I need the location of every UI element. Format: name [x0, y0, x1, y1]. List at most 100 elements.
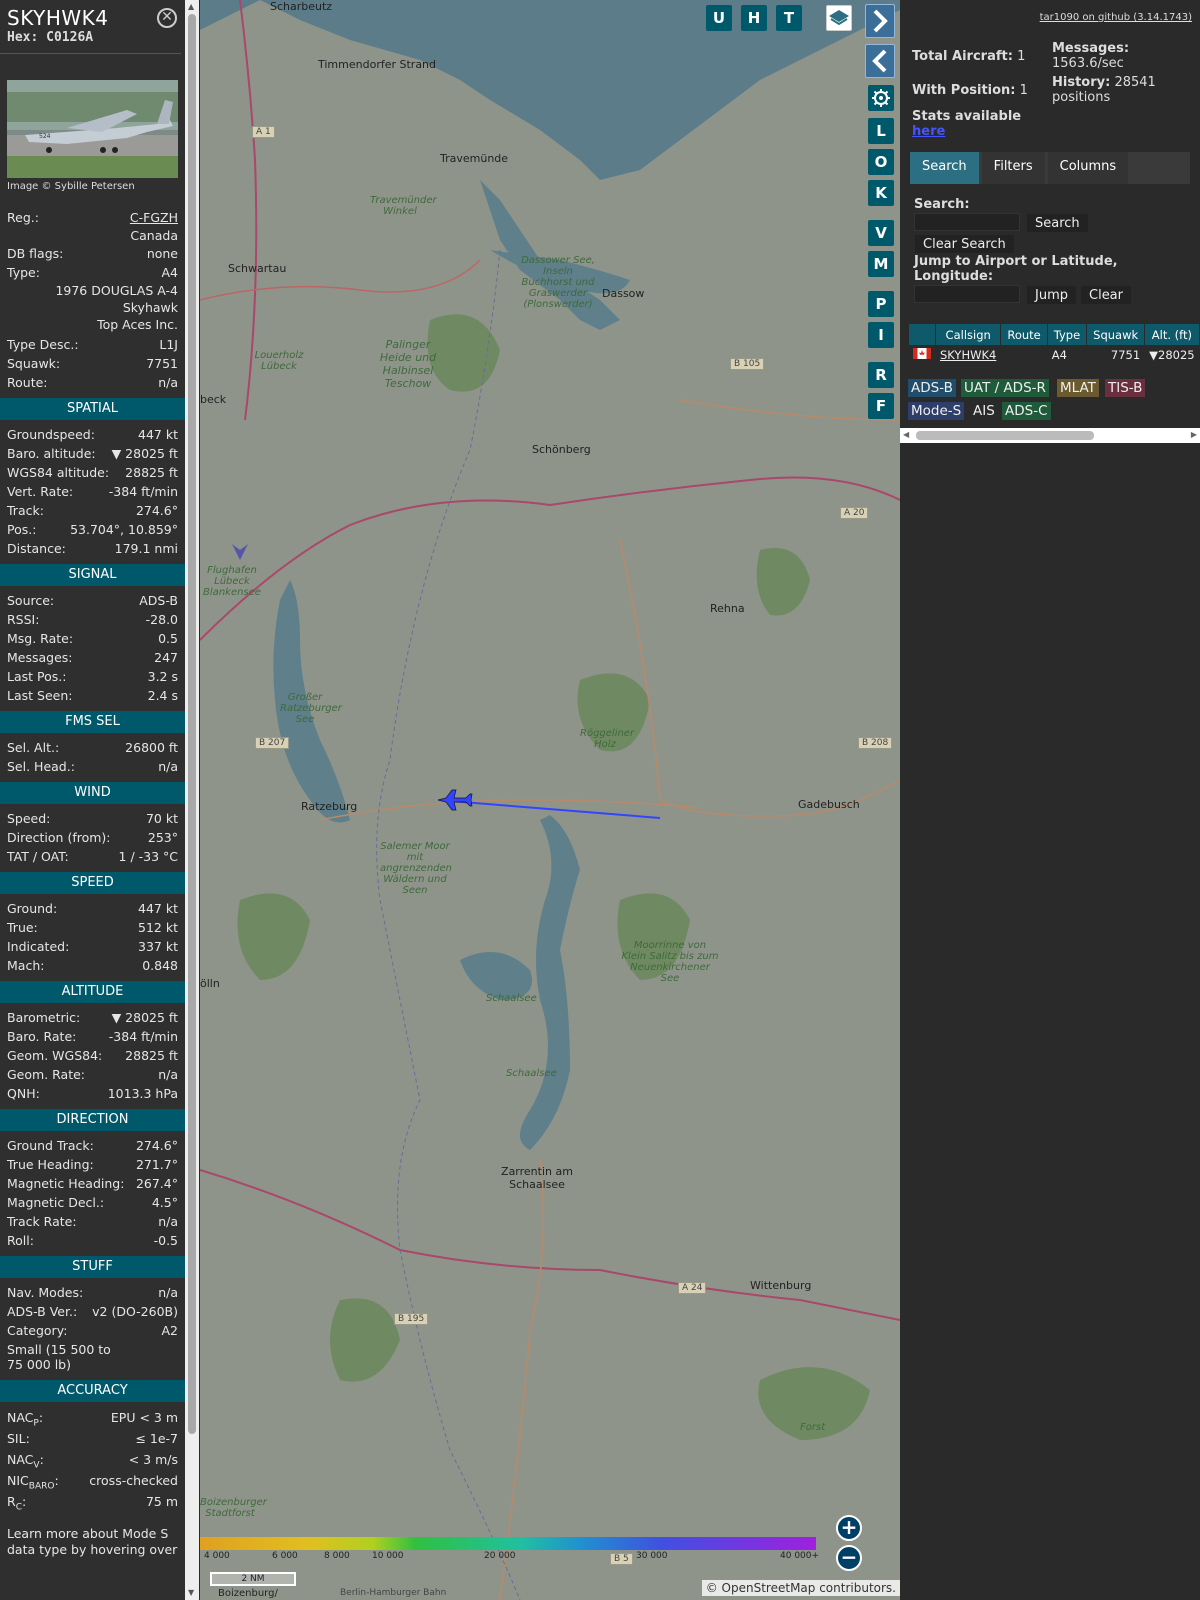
jump-input[interactable] — [914, 285, 1020, 303]
aircraft-photo[interactable]: 524 — [7, 80, 178, 178]
map-button-f[interactable]: F — [868, 393, 894, 419]
row-callsign[interactable]: SKYHWK4 — [936, 346, 1001, 364]
row-altitude: ▼28025 — [1145, 346, 1199, 364]
clear-search-button[interactable]: Clear Search — [914, 234, 1015, 254]
rail-label: Berlin-Hamburger Bahn — [340, 1588, 447, 1598]
source-adsb-badge: ADS-B — [908, 379, 956, 397]
place-gadebusch: Gadebusch — [798, 798, 860, 811]
map-button-o[interactable]: O — [868, 149, 894, 175]
section-altitude: ALTITUDE — [0, 981, 185, 1003]
fms-list: Sel. Alt.: 26800 ft Sel. Head.: n/a — [0, 738, 185, 776]
aircraft-icon[interactable] — [437, 789, 473, 811]
info-key: Geom. Rate: — [7, 1067, 86, 1082]
hscroll-thumb[interactable] — [916, 431, 1094, 440]
zoom-in-icon[interactable]: + — [836, 1515, 862, 1541]
expand-right-icon[interactable] — [865, 4, 895, 38]
tab-filters[interactable]: Filters — [981, 152, 1045, 184]
github-link[interactable]: tar1090 on github (3.14.1743) — [1040, 12, 1192, 23]
settings-gear-icon[interactable] — [868, 85, 894, 111]
accuracy-key: RC: — [7, 1494, 27, 1513]
col-type[interactable]: Type — [1047, 324, 1087, 345]
map-button-k[interactable]: K — [868, 180, 894, 206]
type-row: Type: A4 — [7, 265, 178, 280]
map-button-m[interactable]: M — [868, 251, 894, 277]
map-button-h[interactable]: H — [741, 5, 767, 31]
info-row: Track Rate: n/a — [0, 1212, 185, 1231]
search-button[interactable]: Search — [1026, 213, 1089, 233]
alt-tick-30000: 30 000 — [636, 1551, 668, 1561]
altitude-legend-labels: 4 000 6 000 8 000 10 000 20 000 30 000 4… — [200, 1551, 820, 1565]
model-line1: 1976 DOUGLAS A-4 — [55, 283, 178, 298]
layers-icon[interactable] — [826, 5, 852, 31]
info-value: 447 kt — [138, 427, 178, 442]
direction-list: Ground Track: 274.6° True Heading: 271.7° Ma… — [0, 1136, 185, 1250]
place-beck: beck — [200, 393, 227, 406]
accuracy-value: ≤ 1e-7 — [135, 1431, 178, 1446]
info-row: Speed: 70 kt — [0, 809, 185, 828]
accuracy-key: SIL: — [7, 1431, 30, 1446]
tab-columns[interactable]: Columns — [1047, 152, 1129, 184]
info-value: 253° — [147, 830, 178, 845]
road-a1: A 1 — [252, 126, 275, 138]
aircraft-info-panel: SKYHWK4 Hex: C0126A ✕ 524 Image © Sybill… — [0, 0, 185, 1600]
info-row: Category: A2 — [0, 1321, 185, 1340]
map-button-v[interactable]: V — [868, 220, 894, 246]
info-value: ▼ 28025 ft — [111, 1010, 178, 1025]
scroll-right-icon[interactable]: ▶ — [1191, 430, 1197, 439]
close-icon[interactable]: ✕ — [157, 8, 177, 28]
nature-boizenburger: Boizenburger Stadtforst — [200, 1497, 267, 1519]
info-row: Messages: 247 — [0, 648, 185, 667]
table-row[interactable]: SKYHWK4 A4 7751 ▼28025 — [909, 346, 1200, 364]
col-squawk[interactable]: Squawk — [1087, 324, 1145, 345]
info-key: Magnetic Decl.: — [7, 1195, 105, 1210]
collapse-left-icon[interactable] — [865, 44, 895, 78]
info-key: Direction (from): — [7, 830, 111, 845]
scroll-up-icon[interactable]: ▲ — [188, 2, 194, 11]
col-altitude[interactable]: Alt. (ft) — [1145, 324, 1199, 345]
stats-here-link[interactable]: here — [912, 124, 945, 139]
zoom-out-icon[interactable]: − — [836, 1545, 862, 1571]
map-button-l[interactable]: L — [868, 118, 894, 144]
search-input[interactable] — [914, 213, 1020, 231]
col-route[interactable]: Route — [1001, 324, 1047, 345]
info-key: Baro. altitude: — [7, 446, 96, 461]
info-row: Ground: 447 kt — [0, 899, 185, 918]
nature-salemer: Salemer Moor mit angrenzenden Wäldern un… — [380, 841, 452, 896]
map-button-p[interactable]: P — [868, 291, 894, 317]
nature-trave: Travemünder Winkel — [370, 195, 437, 217]
map-button-i[interactable]: I — [868, 322, 894, 348]
source-uat-badge: UAT / ADS-R — [961, 379, 1049, 397]
info-key: Geom. WGS84: — [7, 1048, 103, 1063]
map-button-u[interactable]: U — [706, 5, 732, 31]
place-schwartau: Schwartau — [228, 262, 287, 275]
info-row: Ground Track: 274.6° — [0, 1136, 185, 1155]
scroll-thumb[interactable] — [188, 14, 196, 1434]
map-button-r[interactable]: R — [868, 362, 894, 388]
map-canvas[interactable]: Scharbeutz Timmendorfer Strand Travemünd… — [200, 0, 900, 1600]
info-value: 4.5° — [151, 1195, 178, 1210]
road-a24: A 24 — [678, 1282, 707, 1294]
info-scrollbar[interactable]: ▲ ▼ — [185, 0, 199, 1600]
alt-tick-40000: 40 000+ — [780, 1551, 820, 1561]
info-value: 267.4° — [135, 1176, 178, 1191]
col-callsign[interactable]: Callsign — [936, 324, 1001, 345]
reg-link[interactable]: C-FGZH — [130, 208, 178, 227]
place-dassow: Dassow — [602, 287, 645, 300]
clear-button[interactable]: Clear — [1080, 285, 1132, 305]
info-key: Source: — [7, 593, 55, 608]
footer-help-text: Learn more about Mode S data type by hov… — [7, 1526, 178, 1557]
accuracy-row: NICBARO: cross-checked — [0, 1470, 185, 1492]
aircraft-track — [449, 800, 661, 819]
jump-button[interactable]: Jump — [1026, 285, 1077, 305]
scroll-down-icon[interactable]: ▼ — [188, 1588, 194, 1597]
info-value: 337 kt — [138, 939, 178, 954]
col-flag[interactable] — [909, 324, 935, 345]
tab-search[interactable]: Search — [910, 152, 979, 184]
info-row: Pos.: 53.704°, 10.859° — [0, 520, 185, 539]
scroll-left-icon[interactable]: ◀ — [903, 430, 909, 439]
table-hscrollbar[interactable]: ◀ ▶ — [900, 428, 1200, 443]
info-value: -0.5 — [153, 1233, 178, 1248]
map-button-t[interactable]: T — [776, 5, 802, 31]
map-attribution[interactable]: © OpenStreetMap contributors. — [701, 1580, 900, 1596]
accuracy-value: < 3 m/s — [128, 1452, 178, 1467]
